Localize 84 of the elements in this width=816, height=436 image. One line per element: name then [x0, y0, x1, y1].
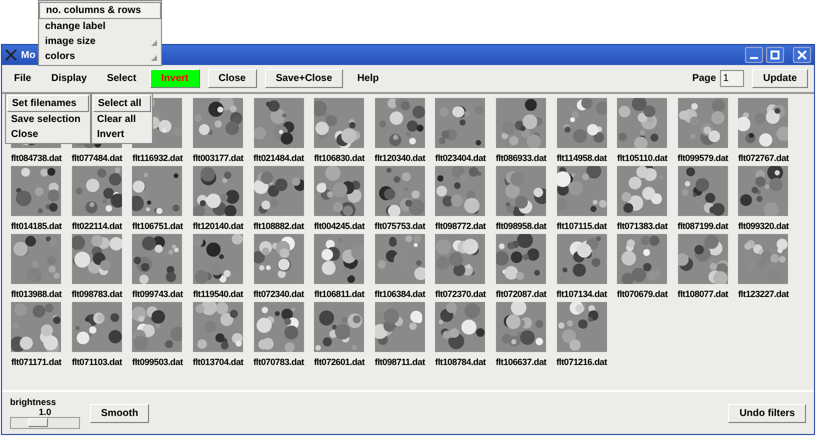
file-name: flt075753.dat — [374, 221, 426, 231]
file-name: flt120140.dat — [192, 221, 244, 231]
close-icon — [797, 50, 807, 60]
menu-item[interactable]: colors — [39, 49, 161, 64]
file-name: flt120340.dat — [374, 153, 426, 163]
menu-item[interactable]: change label — [39, 19, 161, 34]
file-name: flt099503.dat — [132, 357, 183, 367]
file-name: flt021484.dat — [253, 153, 304, 163]
submenu-arrow-icon — [151, 55, 157, 61]
undo-filters-button[interactable]: Undo filters — [728, 404, 806, 422]
page-field[interactable]: 1 — [720, 70, 744, 87]
file-name: flt105110.dat — [617, 153, 668, 163]
file-name: flt114958.dat — [556, 153, 607, 163]
file-name: flt013704.dat — [192, 357, 244, 367]
menu-item[interactable]: Invert — [93, 127, 151, 142]
minimize-icon — [750, 57, 758, 59]
file-name: flt108077.dat — [678, 289, 728, 299]
file-name: flt022114.dat — [72, 221, 122, 231]
file-name: flt071171.dat — [11, 357, 62, 367]
maximize-button[interactable] — [766, 47, 784, 63]
menu-item[interactable]: Set filenames — [7, 95, 89, 112]
file-name: flt072087.dat — [496, 289, 546, 299]
brightness-value: 1.0 — [38, 407, 52, 417]
menu-item[interactable]: File — [8, 73, 38, 84]
file-name: flt106830.dat — [314, 153, 365, 163]
file-name: flt108784.dat — [435, 357, 486, 367]
minimize-button[interactable] — [745, 47, 763, 63]
file-name: flt086933.dat — [496, 153, 546, 163]
file-name: flt072767.dat — [738, 153, 789, 163]
file-name: flt099743.dat — [132, 289, 183, 299]
file-name: flt084738.dat — [10, 153, 62, 163]
file-name: flt116932.dat — [132, 153, 183, 163]
menu-item[interactable]: Save selection — [7, 112, 89, 127]
file-name: flt071103.dat — [72, 357, 122, 367]
file-name: flt107134.dat — [556, 289, 607, 299]
menu-item[interactable]: Select — [100, 73, 142, 84]
file-name: flt004245.dat — [314, 221, 365, 231]
file-name: flt071216.dat — [556, 357, 607, 367]
file-name: flt072370.dat — [435, 289, 486, 299]
file-name: flt098783.dat — [72, 289, 122, 299]
file-name: flt072601.dat — [314, 357, 365, 367]
file-name: flt099320.dat — [738, 221, 789, 231]
toolbar-button[interactable]: Save+Close — [264, 69, 344, 88]
menu-item[interactable]: Close — [7, 127, 89, 142]
slider-thumb[interactable] — [28, 418, 48, 427]
file-name: flt108882.dat — [253, 221, 304, 231]
file-name: flt077484.dat — [72, 153, 122, 163]
file-name: flt106384.dat — [374, 289, 426, 299]
file-name: flt106637.dat — [496, 357, 546, 367]
smooth-button[interactable]: Smooth — [90, 404, 150, 422]
close-button[interactable] — [793, 47, 811, 63]
menu-item[interactable]: Clear all — [93, 112, 151, 127]
file-name: flt106811.dat — [314, 289, 364, 299]
file-name: flt123227.dat — [738, 289, 789, 299]
file-name: flt098772.dat — [435, 221, 486, 231]
maximize-icon — [770, 50, 780, 60]
menu-item[interactable]: Select all — [93, 95, 151, 112]
file-name: flt070783.dat — [253, 357, 304, 367]
file-name: flt098711.dat — [374, 357, 425, 367]
file-name: flt107115.dat — [556, 221, 607, 231]
file-name: flt023404.dat — [435, 153, 486, 163]
menu-item[interactable]: no. columns & rows — [39, 2, 161, 19]
file-name: flt106751.dat — [132, 221, 183, 231]
file-name: flt070679.dat — [616, 289, 668, 299]
file-name: flt087199.dat — [678, 221, 728, 231]
brightness-slider[interactable] — [10, 417, 80, 429]
file-name: flt003177.dat — [192, 153, 244, 163]
file-name: flt072340.dat — [253, 289, 304, 299]
file-name: flt071383.dat — [616, 221, 668, 231]
x-logo-icon — [5, 49, 17, 61]
window-title: Mo — [21, 50, 36, 60]
menu-item[interactable]: Help — [351, 73, 385, 84]
toolbar-button[interactable]: Close — [208, 69, 257, 88]
submenu-arrow-icon — [151, 40, 157, 46]
update-button[interactable]: Update — [752, 69, 808, 88]
file-name: flt013988.dat — [10, 289, 62, 299]
brightness-label: brightness — [10, 397, 56, 407]
file-name: flt119540.dat — [193, 289, 244, 299]
file-name: flt099579.dat — [678, 153, 728, 163]
file-name: flt014185.dat — [10, 221, 62, 231]
file-name: flt098958.dat — [496, 221, 546, 231]
page-label: Page — [692, 73, 716, 84]
menu-item[interactable]: Display — [45, 73, 93, 84]
menu-item[interactable]: image size — [39, 34, 161, 49]
